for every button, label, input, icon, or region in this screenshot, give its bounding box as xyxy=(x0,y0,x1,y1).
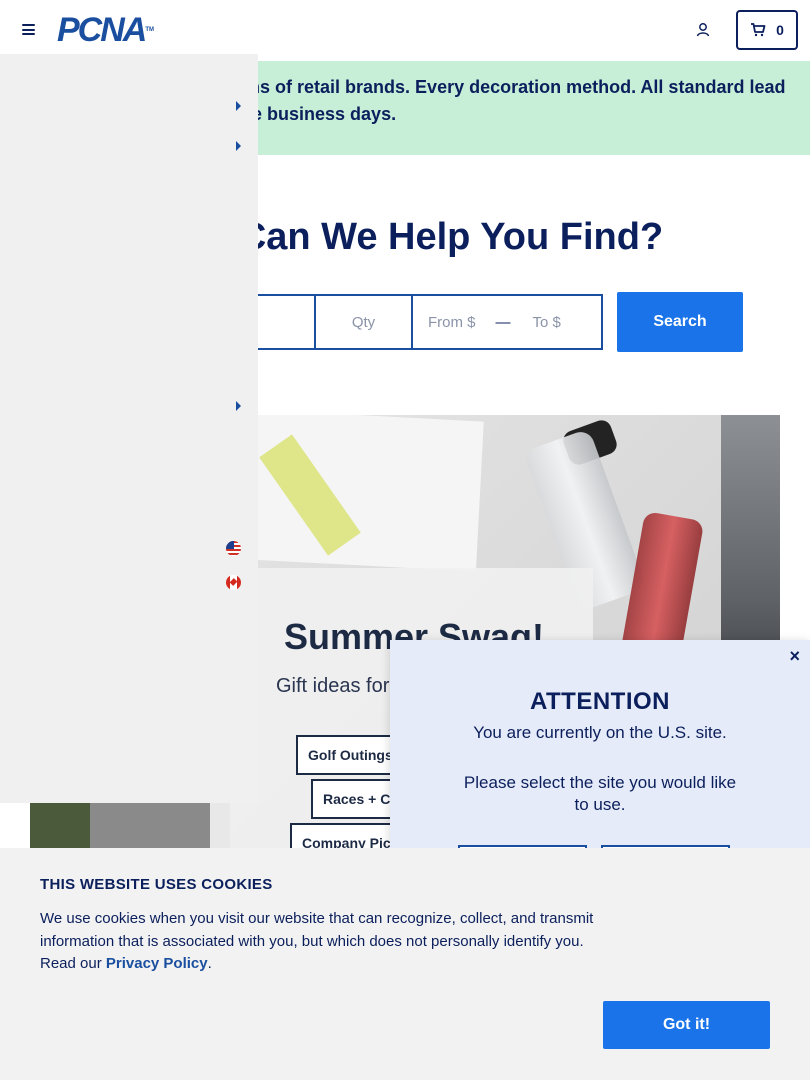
qty-placeholder: Qty xyxy=(351,313,376,331)
sidebar-menu xyxy=(0,54,258,803)
site-header: PCNATM 0 xyxy=(0,0,810,61)
attention-message: You are currently on the U.S. site. xyxy=(473,723,727,742)
got-it-button[interactable]: Got it! xyxy=(603,1001,770,1049)
cookie-title: THIS WEBSITE USES COOKIES xyxy=(40,876,273,893)
search-button[interactable]: Search xyxy=(617,292,743,352)
close-icon[interactable]: × xyxy=(789,646,800,667)
cookie-text: We use cookies when you visit our websit… xyxy=(40,908,610,976)
us-flag-icon[interactable] xyxy=(226,541,241,556)
cookie-suffix: . xyxy=(207,955,212,972)
attention-title: ATTENTION xyxy=(529,688,671,715)
cart-icon xyxy=(751,23,766,37)
logo-text: PCNA xyxy=(57,11,147,49)
hamburger-icon[interactable] xyxy=(22,24,35,35)
promo-subtitle: Gift ideas for xyxy=(276,675,390,697)
logo-trademark: TM xyxy=(145,27,155,33)
price-to-placeholder[interactable]: To $ xyxy=(533,314,561,331)
price-range-input[interactable]: From $ — To $ xyxy=(412,294,603,350)
privacy-policy-link[interactable]: Privacy Policy xyxy=(106,955,208,972)
cookie-banner: THIS WEBSITE USES COOKIES We use cookies… xyxy=(0,848,810,1080)
cart-count: 0 xyxy=(776,22,784,38)
price-from-placeholder[interactable]: From $ xyxy=(428,314,476,331)
menu-expand-arrow-icon[interactable] xyxy=(236,141,241,151)
canada-flag-icon[interactable] xyxy=(226,575,241,590)
attention-prompt: Please select the site you would like to… xyxy=(463,773,737,814)
menu-expand-arrow-icon[interactable] xyxy=(236,401,241,411)
race-bib-graphic xyxy=(226,415,484,572)
qty-input[interactable]: Qty xyxy=(314,294,413,350)
cart-button[interactable]: 0 xyxy=(736,10,798,50)
user-icon[interactable] xyxy=(695,22,711,38)
pcna-logo[interactable]: PCNATM xyxy=(57,11,155,49)
menu-expand-arrow-icon[interactable] xyxy=(236,101,241,111)
price-range-dash: — xyxy=(495,313,511,331)
